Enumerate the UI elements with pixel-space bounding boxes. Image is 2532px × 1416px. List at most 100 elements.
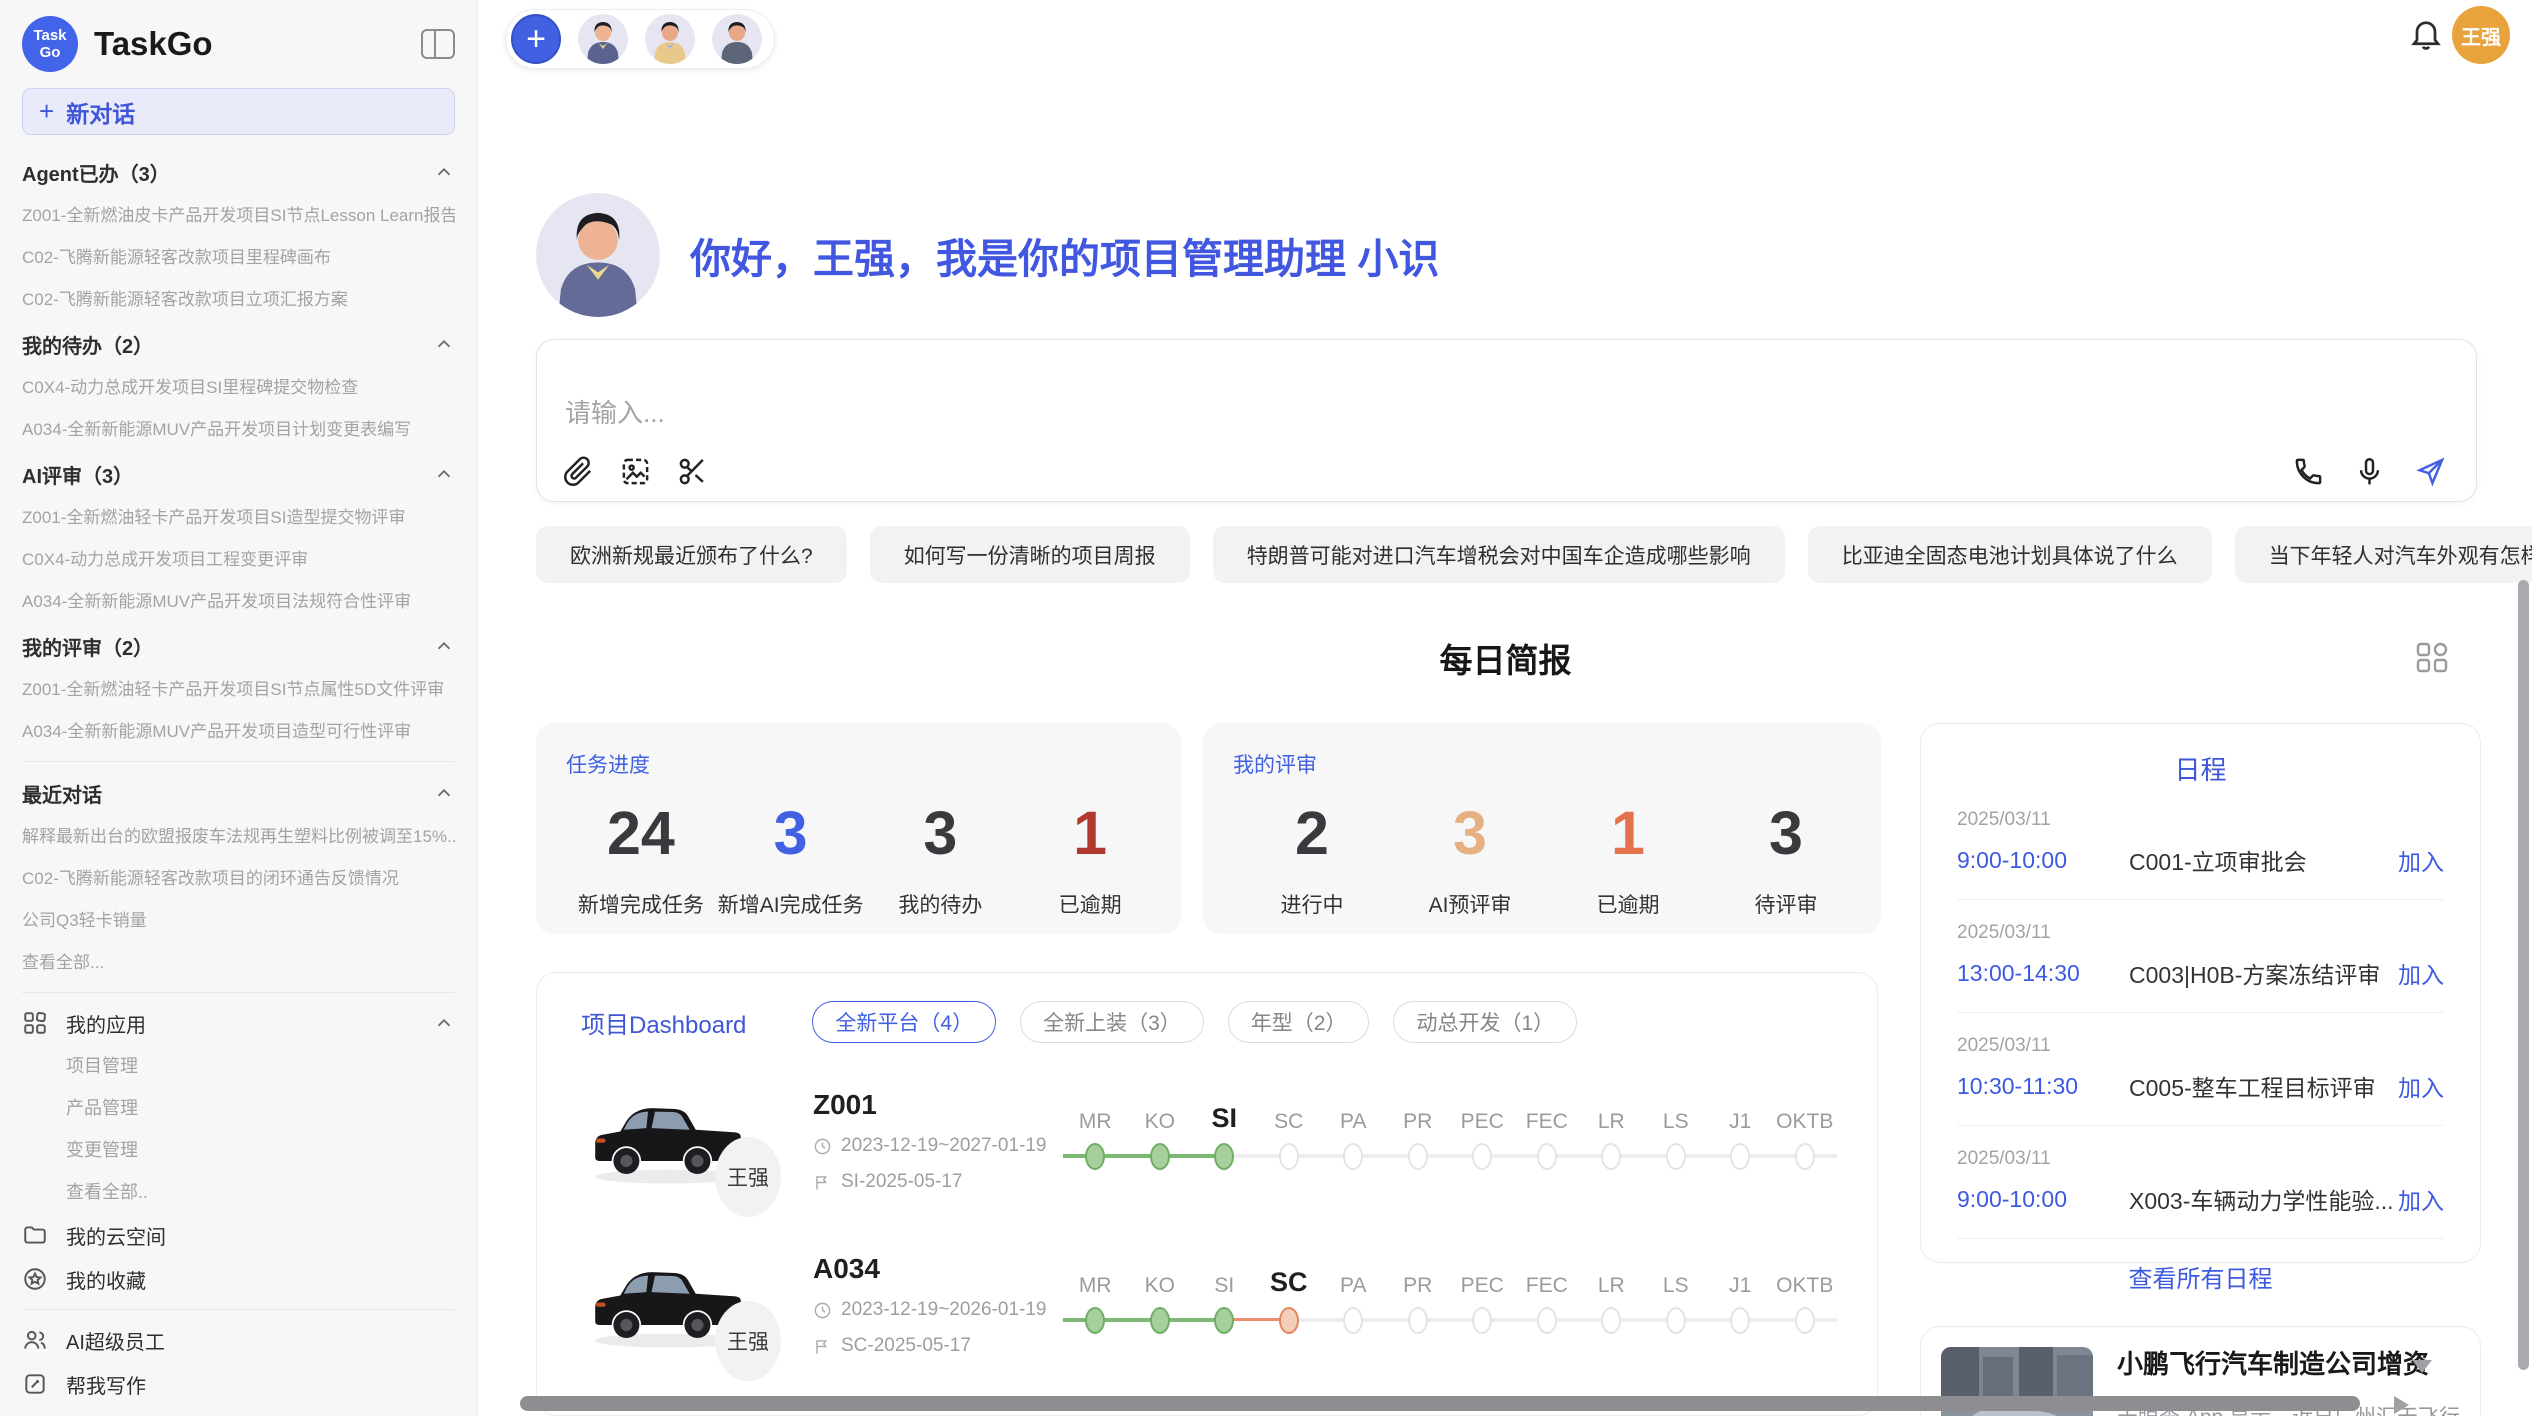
milestone-dot[interactable] — [1085, 1143, 1105, 1170]
milestone-dot[interactable] — [1601, 1143, 1621, 1170]
sidebar-section-header[interactable]: 我的评审（2） — [22, 623, 455, 669]
phone-icon[interactable] — [2293, 456, 2324, 487]
join-meeting-link[interactable]: 加入 — [2398, 956, 2444, 990]
milestone-dot[interactable] — [1795, 1307, 1815, 1334]
suggestion-chip[interactable]: 欧洲新规最近颁布了什么? — [536, 526, 847, 583]
sidebar-section-header[interactable]: 我的待办（2） — [22, 321, 455, 367]
new-chat-button[interactable]: + 新对话 — [22, 88, 455, 135]
scissors-icon[interactable] — [677, 456, 708, 487]
milestone-dot[interactable] — [1601, 1307, 1621, 1334]
project-info: A034 2023-12-19~2026-01-19 SC-2025-05-17 — [813, 1253, 1057, 1357]
milestone-dot[interactable] — [1150, 1143, 1170, 1170]
vertical-scrollbar-thumb[interactable] — [2518, 580, 2529, 1370]
milestone-dot[interactable] — [1214, 1307, 1234, 1334]
sidebar-item-cloud-space[interactable]: 我的云空间 — [22, 1213, 455, 1257]
briefing-title: 每日简报 — [479, 634, 2532, 682]
milestone-dot[interactable] — [1537, 1143, 1557, 1170]
milestone-dot[interactable] — [1666, 1307, 1686, 1334]
assistant-avatar-1[interactable] — [578, 14, 628, 64]
milestone-dot[interactable] — [1472, 1307, 1492, 1334]
dashboard-tab[interactable]: 年型（2） — [1228, 1001, 1370, 1043]
milestone-dot[interactable] — [1408, 1307, 1428, 1334]
sidebar-task-item[interactable]: C0X4-动力总成开发项目SI里程碑提交物检查 — [22, 367, 455, 409]
sidebar-section-header[interactable]: Agent已办（3） — [22, 149, 455, 195]
scroll-right-arrow-icon[interactable] — [2394, 1396, 2409, 1414]
sidebar-task-item[interactable]: A034-全新新能源MUV产品开发项目造型可行性评审 — [22, 711, 455, 753]
milestone-dot[interactable] — [1343, 1307, 1363, 1334]
milestone-dot[interactable] — [1279, 1143, 1299, 1170]
sidebar-task-item[interactable]: Z001-全新燃油轻卡产品开发项目SI造型提交物评审 — [22, 497, 455, 539]
milestone-label: KO — [1128, 1098, 1193, 1134]
app-link-item[interactable]: 产品管理 — [22, 1087, 455, 1129]
dashboard-tab[interactable]: 动总开发（1） — [1393, 1001, 1577, 1043]
sidebar-item-creative-draw[interactable]: 创意制图 — [22, 1406, 455, 1416]
app-link-item[interactable]: 变更管理 — [22, 1129, 455, 1171]
sidebar-task-item[interactable]: A034-全新新能源MUV产品开发项目计划变更表编写 — [22, 409, 455, 451]
schedule-time: 10:30-11:30 — [1957, 1073, 2129, 1100]
card-title: 我的评审 — [1233, 749, 1865, 779]
recent-chat-item[interactable]: C02-飞腾新能源轻客改款项目的闭环通告反馈情况 — [22, 858, 455, 900]
help-write-label: 帮我写作 — [66, 1370, 455, 1399]
clock-icon — [813, 1301, 832, 1320]
sidebar-task-item[interactable]: C0X4-动力总成开发项目工程变更评审 — [22, 539, 455, 581]
milestone-dot[interactable] — [1537, 1307, 1557, 1334]
section-title: Agent已办（3） — [22, 158, 433, 187]
favorites-label: 我的收藏 — [66, 1265, 455, 1294]
sidebar-item-my-apps[interactable]: 我的应用 — [22, 1001, 455, 1045]
milestone-dot[interactable] — [1795, 1143, 1815, 1170]
sidebar-task-item[interactable]: C02-飞腾新能源轻客改款项目里程碑画布 — [22, 237, 455, 279]
suggestion-chip[interactable]: 当下年轻人对汽车外观有怎样的喜好趋势 — [2235, 526, 2532, 583]
horizontal-scrollbar-thumb[interactable] — [520, 1396, 2360, 1411]
app-link-item[interactable]: 项目管理 — [22, 1045, 455, 1087]
sidebar-section-header[interactable]: AI评审（3） — [22, 451, 455, 497]
project-row[interactable]: 王强 Z001 2023-12-19~2027-01-19 SI-2025-05… — [537, 1071, 1877, 1211]
milestone-dot[interactable] — [1343, 1143, 1363, 1170]
milestone-dot[interactable] — [1472, 1143, 1492, 1170]
sidebar-item-favorites[interactable]: 我的收藏 — [22, 1257, 455, 1301]
layout-grid-button[interactable] — [2412, 638, 2452, 678]
milestone-dot[interactable] — [1730, 1143, 1750, 1170]
send-icon[interactable] — [2415, 456, 2446, 487]
add-assistant-button[interactable]: + — [511, 14, 561, 64]
sidebar-task-item[interactable]: A034-全新新能源MUV产品开发项目法规符合性评审 — [22, 581, 455, 623]
microphone-icon[interactable] — [2354, 456, 2385, 487]
recent-chat-item[interactable]: 查看全部... — [22, 942, 455, 984]
join-meeting-link[interactable]: 加入 — [2398, 843, 2444, 877]
chat-input[interactable] — [565, 398, 1465, 429]
recent-chat-item[interactable]: 解释最新出台的欧盟报废车法规再生塑料比例被调至15%... — [22, 816, 455, 858]
image-icon[interactable] — [620, 456, 651, 487]
milestone-dot[interactable] — [1214, 1143, 1234, 1170]
scroll-down-arrow-icon[interactable] — [2412, 1360, 2432, 1373]
sidebar-task-item[interactable]: Z001-全新燃油皮卡产品开发项目SI节点Lesson Learn报告 — [22, 195, 455, 237]
suggestion-chip[interactable]: 特朗普可能对进口汽车增税会对中国车企造成哪些影响 — [1213, 526, 1785, 583]
sidebar-task-item[interactable]: C02-飞腾新能源轻客改款项目立项汇报方案 — [22, 279, 455, 321]
milestone-dot[interactable] — [1150, 1307, 1170, 1334]
milestone-dot[interactable] — [1666, 1143, 1686, 1170]
paperclip-icon[interactable] — [563, 456, 594, 487]
milestone-dot[interactable] — [1730, 1307, 1750, 1334]
suggestion-chip[interactable]: 如何写一份清晰的项目周报 — [870, 526, 1190, 583]
user-avatar[interactable]: 王强 — [2452, 6, 2510, 64]
dashboard-tab[interactable]: 全新平台（4） — [812, 1001, 996, 1043]
view-all-schedule-link[interactable]: 查看所有日程 — [1957, 1259, 2444, 1294]
assistant-avatar-3[interactable] — [712, 14, 762, 64]
dashboard-tab[interactable]: 全新上装（3） — [1020, 1001, 1204, 1043]
app-link-item[interactable]: 查看全部.. — [22, 1171, 455, 1213]
project-row[interactable]: 王强 A034 2023-12-19~2026-01-19 SC-2025-05… — [537, 1235, 1877, 1375]
recent-chats-header[interactable]: 最近对话 — [22, 770, 455, 816]
sidebar-collapse-icon[interactable] — [421, 29, 455, 59]
milestone-dot[interactable] — [1085, 1307, 1105, 1334]
milestone-dot[interactable] — [1408, 1143, 1428, 1170]
sidebar-item-ai-staff[interactable]: AI超级员工 — [22, 1318, 455, 1362]
join-meeting-link[interactable]: 加入 — [2398, 1069, 2444, 1103]
recent-chat-item[interactable]: 公司Q3轻卡销量 — [22, 900, 455, 942]
notifications-button[interactable] — [2408, 16, 2444, 52]
milestone-dot-row — [1128, 1134, 1193, 1178]
milestone-dot[interactable] — [1279, 1307, 1299, 1334]
sidebar-task-item[interactable]: Z001-全新燃油轻卡产品开发项目SI节点属性5D文件评审 — [22, 669, 455, 711]
milestone-label: PEC — [1450, 1098, 1515, 1134]
suggestion-chip[interactable]: 比亚迪全固态电池计划具体说了什么 — [1808, 526, 2212, 583]
sidebar-item-help-write[interactable]: 帮我写作 — [22, 1362, 455, 1406]
assistant-avatar-2[interactable] — [645, 14, 695, 64]
join-meeting-link[interactable]: 加入 — [2398, 1182, 2444, 1216]
